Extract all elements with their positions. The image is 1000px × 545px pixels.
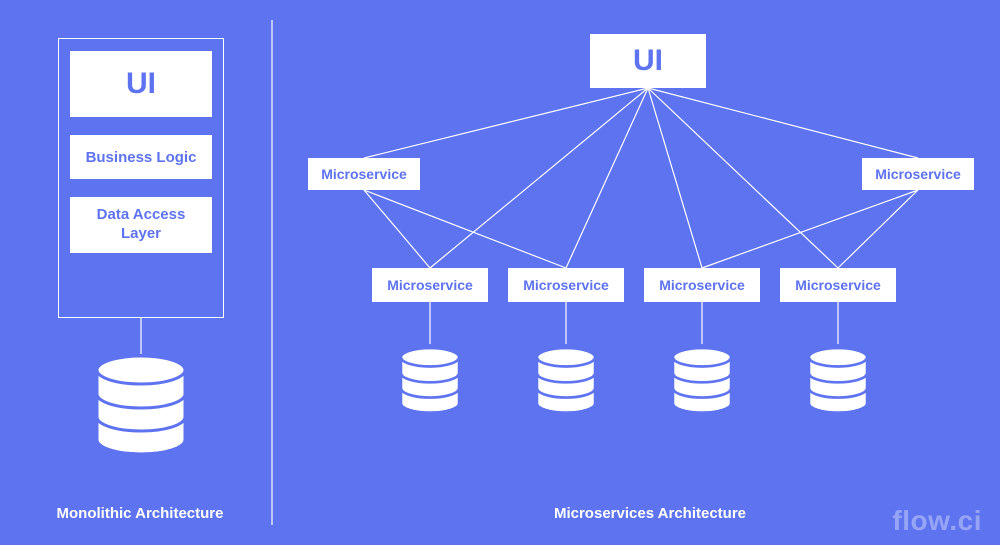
microservice-top-left: Microservice [308, 158, 420, 190]
microservice-bottom-2: Microservice [508, 268, 624, 302]
microservice-bottom-1: Microservice [372, 268, 488, 302]
database-icon [669, 344, 735, 422]
microservice-top-right: Microservice [862, 158, 974, 190]
monolith-ui-layer: UI [70, 51, 212, 117]
microservice-bottom-3: Microservice [644, 268, 760, 302]
micro-ui-box: UI [590, 34, 706, 88]
microservices-title: Microservices Architecture [500, 505, 800, 522]
monolith-title: Monolithic Architecture [40, 505, 240, 522]
watermark-logo: flow.ci [892, 505, 982, 537]
microservice-bottom-4: Microservice [780, 268, 896, 302]
database-icon [805, 344, 871, 422]
monolith-data-access-layer: Data Access Layer [70, 197, 212, 253]
database-icon [397, 344, 463, 422]
database-icon [533, 344, 599, 422]
monolith-business-logic-layer: Business Logic [70, 135, 212, 179]
architecture-diagram: UI Business Logic Data Access Layer Mono… [0, 0, 1000, 545]
database-icon [91, 354, 191, 464]
